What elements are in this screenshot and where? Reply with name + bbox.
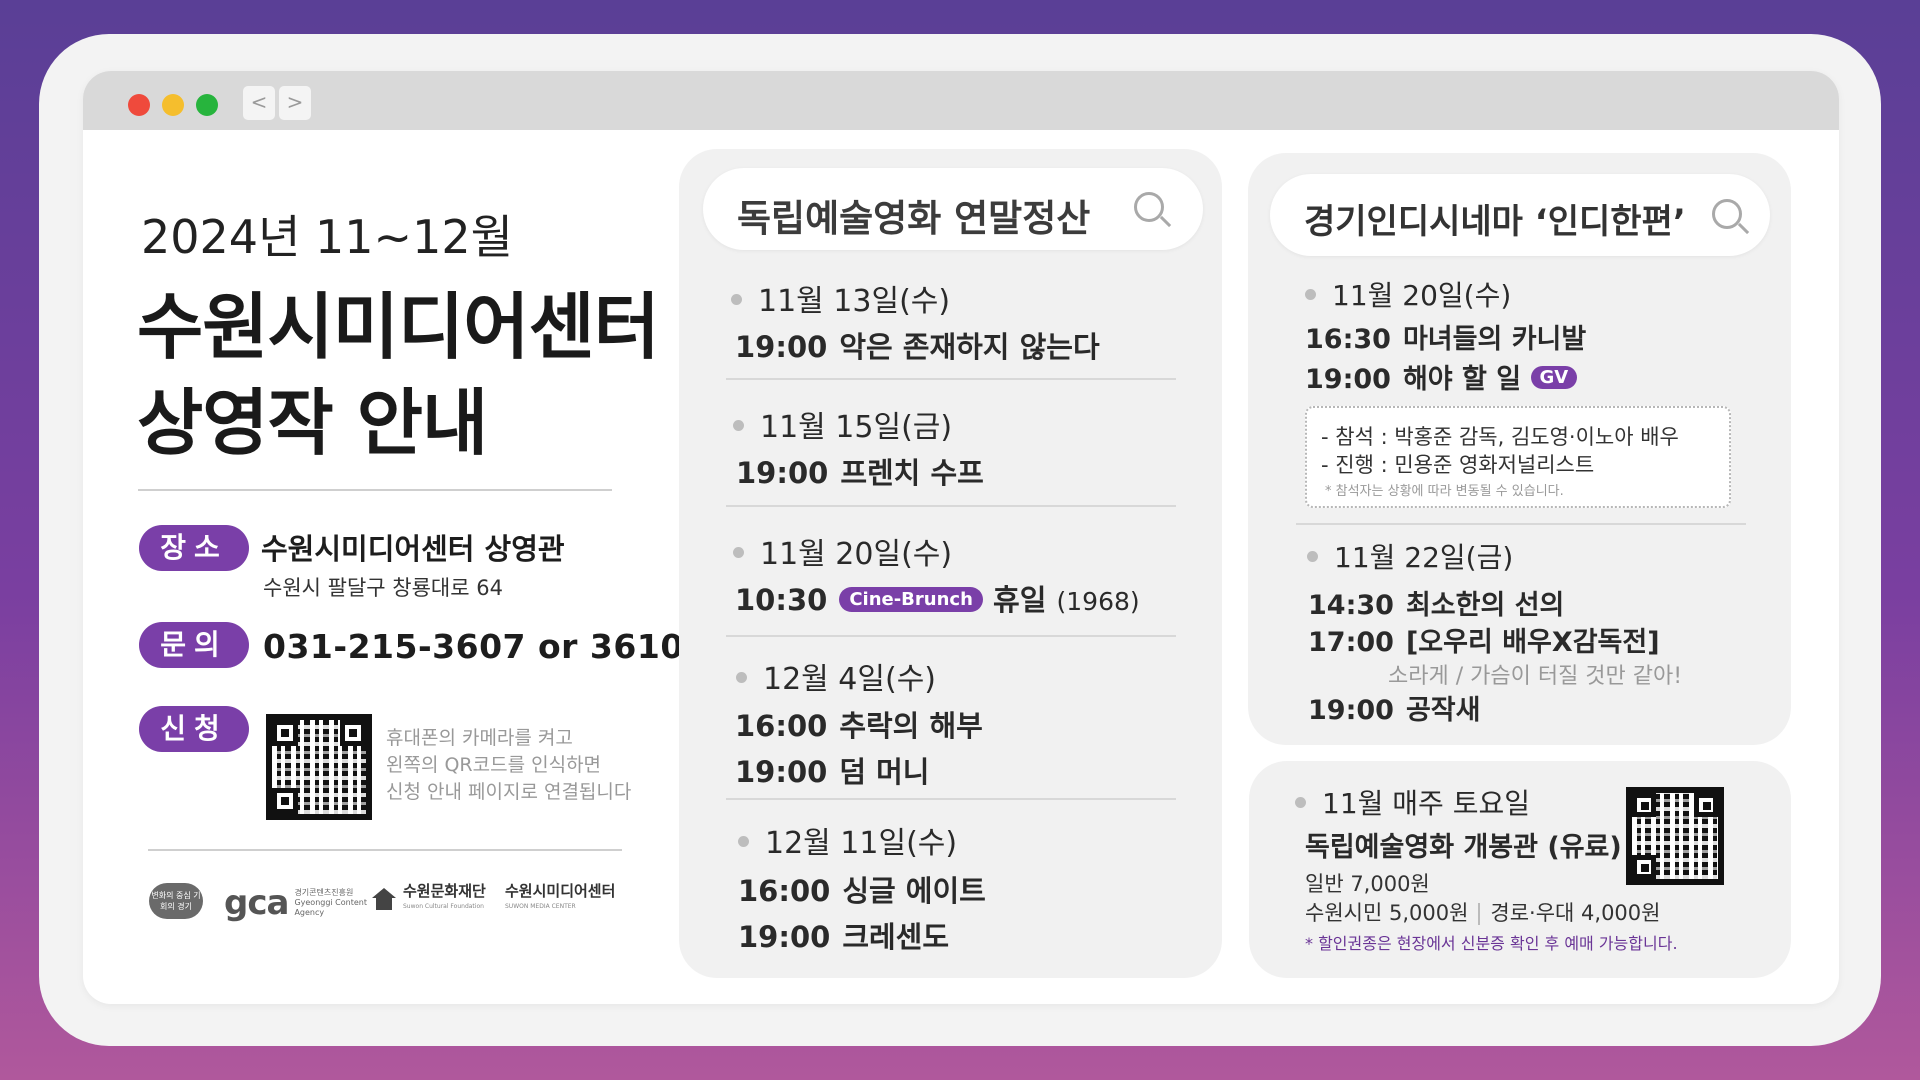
- qr-code[interactable]: [1626, 787, 1724, 885]
- qr-text-line3: 신청 안내 페이지로 연결됩니다: [386, 781, 632, 803]
- entry-date: 11월 20일(수): [733, 529, 952, 573]
- qr-code[interactable]: [266, 714, 372, 820]
- search-icon[interactable]: [1134, 192, 1164, 222]
- forward-button[interactable]: >: [279, 86, 311, 120]
- screening-line: 19:00 덤 머니: [735, 755, 930, 789]
- entry-date: 11월 22일(금): [1307, 536, 1513, 576]
- apply-pill: 신청: [139, 706, 249, 752]
- separator: [726, 505, 1176, 507]
- suwon-media-center-logo: 수원시미디어센터 SUWON MEDIA CENTER: [505, 882, 616, 910]
- gyeonggi-logo: 변화의 중심 기회의 경기: [149, 883, 203, 919]
- qr-text-line1: 휴대폰의 카메라를 켜고: [386, 727, 573, 749]
- right-search-title: 경기인디시네마 ‘인디한편’: [1304, 202, 1686, 242]
- separator: [726, 635, 1176, 637]
- separator: [726, 798, 1176, 800]
- middle-search-bar[interactable]: 독립예술영화 연말정산: [703, 168, 1203, 250]
- cine-brunch-tag: Cine-Brunch: [839, 586, 983, 612]
- date-heading: 2024년 11~12월: [141, 210, 513, 264]
- page-title: 수원시미디어센터 상영작 안내: [137, 279, 660, 471]
- discount-note: * 할인권종은 현장에서 신분증 확인 후 예매 가능합니다.: [1305, 934, 1678, 953]
- house-icon: [372, 888, 396, 910]
- screening-line: 16:30 마녀들의 카니발: [1305, 324, 1587, 355]
- gca-logo: gca 경기콘텐츠진흥원 Gyeonggi Content Agency: [224, 883, 367, 923]
- screening-line: 19:00 해야 할 일 GV: [1305, 357, 1578, 396]
- right-search-bar[interactable]: 경기인디시네마 ‘인디한편’: [1270, 174, 1770, 256]
- screening-line: 16:00 싱글 에이트: [738, 874, 986, 908]
- guest-note-box: - 참석 : 박홍준 감독, 김도영·이노아 배우 - 진행 : 민용준 영화저…: [1305, 406, 1731, 508]
- screening-line: 10:30 Cine-Brunch 휴일 (1968): [735, 583, 1140, 617]
- screening-line: 19:00 프렌치 수프: [736, 456, 984, 490]
- note-line: - 진행 : 민용준 영화저널리스트: [1321, 453, 1595, 477]
- entry-date: 12월 4일(수): [736, 654, 936, 698]
- page-title-line2: 상영작 안내: [137, 381, 488, 465]
- price-general: 일반 7,000원: [1305, 872, 1430, 896]
- separator: [1296, 523, 1746, 525]
- minimize-window-button[interactable]: [162, 94, 184, 116]
- note-small: * 참석자는 상황에 따라 변동될 수 있습니다.: [1325, 484, 1564, 499]
- theater-title: 독립예술영화 개봉관 (유료): [1305, 832, 1622, 863]
- maximize-window-button[interactable]: [196, 94, 218, 116]
- divider-top: [138, 489, 612, 491]
- place-pill: 장소: [139, 525, 249, 571]
- suwon-cultural-foundation-logo: 수원문화재단 Suwon Cultural Foundation: [371, 883, 486, 915]
- page-title-line1: 수원시미디어센터: [137, 285, 660, 369]
- screening-line: 19:00 크레센도: [738, 920, 950, 954]
- place-address: 수원시 팔달구 창룡대로 64: [263, 576, 503, 600]
- screening-line: 19:00 악은 존재하지 않는다: [735, 330, 1100, 364]
- note-line: - 참석 : 박홍준 감독, 김도영·이노아 배우: [1321, 425, 1679, 449]
- place-name: 수원시미디어센터 상영관: [261, 532, 565, 566]
- inquiry-pill: 문의: [139, 622, 249, 668]
- screening-line: 16:00 추락의 해부: [735, 709, 983, 743]
- separator: [726, 378, 1176, 380]
- qr-text-line2: 왼쪽의 QR코드를 인식하면: [386, 754, 602, 776]
- entry-date: 11월 매주 토요일: [1295, 782, 1530, 822]
- screening-line: 17:00 [오우리 배우X감독전]: [1308, 627, 1660, 658]
- qr-instructions: 휴대폰의 카메라를 켜고 왼쪽의 QR코드를 인식하면 신청 안내 페이지로 연…: [386, 725, 631, 806]
- gv-tag: GV: [1530, 366, 1578, 389]
- entry-date: 11월 13일(수): [731, 276, 950, 320]
- phone-number[interactable]: 031-215-3607 or 3610: [263, 627, 684, 666]
- entry-date: 11월 15일(금): [733, 402, 952, 446]
- divider-bottom: [148, 849, 622, 851]
- search-icon[interactable]: [1712, 199, 1742, 229]
- middle-search-title: 독립예술영화 연말정산: [737, 197, 1091, 240]
- price-discount: 수원시민 5,000원 경로·우대 4,000원: [1305, 901, 1661, 925]
- back-button[interactable]: <: [243, 86, 275, 120]
- screening-line: 19:00 공작새: [1308, 695, 1481, 726]
- title-bar: < >: [83, 71, 1839, 130]
- entry-date: 11월 20일(수): [1305, 274, 1511, 314]
- close-window-button[interactable]: [128, 94, 150, 116]
- browser-window: < > 2024년 11~12월 수원시미디어센터 상영작 안내 장소 수원시미…: [83, 71, 1839, 1004]
- screening-subtitle: 소라게 / 가슴이 터질 것만 같아!: [1388, 664, 1683, 689]
- entry-date: 12월 11일(수): [738, 818, 957, 862]
- screening-line: 14:30 최소한의 선의: [1308, 590, 1565, 621]
